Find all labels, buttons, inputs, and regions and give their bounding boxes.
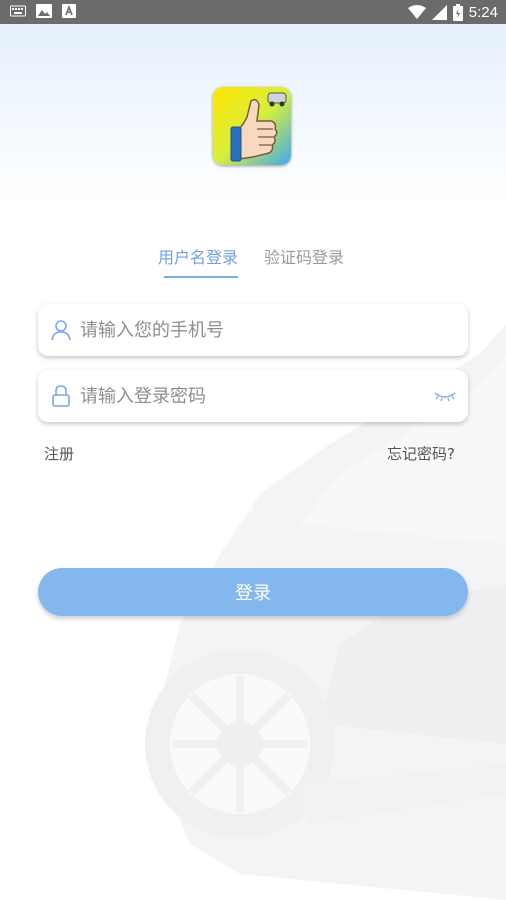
text-a-icon bbox=[62, 4, 76, 18]
user-icon bbox=[51, 320, 71, 341]
status-bar: 5:24 bbox=[0, 0, 506, 24]
phone-input[interactable] bbox=[80, 304, 420, 356]
tab-username-login[interactable]: 用户名登录 bbox=[158, 244, 238, 268]
login-button[interactable]: 登录 bbox=[38, 568, 468, 616]
tab-sms-code-login[interactable]: 验证码登录 bbox=[264, 244, 344, 268]
password-input[interactable] bbox=[80, 370, 420, 422]
signal-icon bbox=[431, 4, 447, 20]
password-field[interactable] bbox=[38, 370, 468, 422]
lock-icon bbox=[52, 385, 70, 407]
phone-field[interactable] bbox=[38, 304, 468, 356]
eye-closed-icon[interactable] bbox=[434, 387, 456, 405]
status-time: 5:24 bbox=[468, 3, 498, 21]
active-tab-indicator bbox=[164, 276, 238, 278]
keyboard-icon bbox=[10, 5, 26, 17]
app-logo bbox=[213, 87, 291, 165]
wifi-icon bbox=[407, 5, 426, 19]
image-icon bbox=[36, 4, 52, 18]
battery-icon bbox=[452, 3, 463, 21]
register-link[interactable]: 注册 bbox=[44, 443, 74, 464]
forgot-password-link[interactable]: 忘记密码? bbox=[387, 443, 455, 464]
